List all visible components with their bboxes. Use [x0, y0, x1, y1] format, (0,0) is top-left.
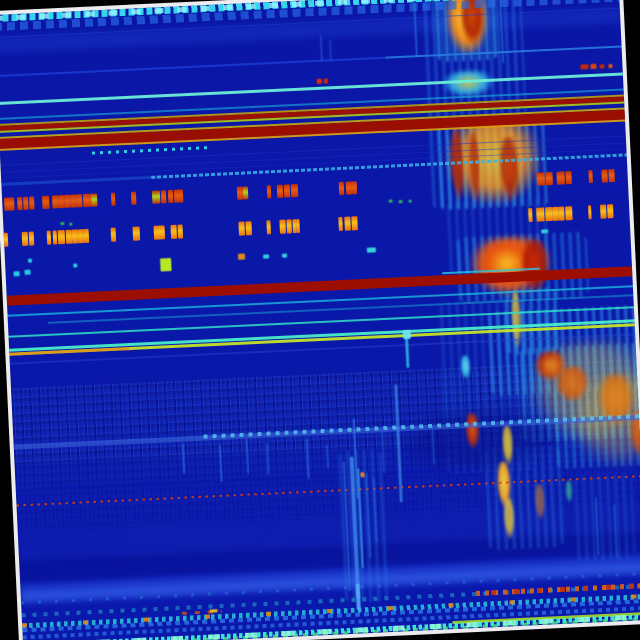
burst-rect: [601, 169, 608, 182]
burst-rect: [284, 184, 291, 197]
burst-rect: [296, 219, 300, 233]
burst-rect: [607, 204, 614, 218]
burst-rect: [545, 172, 553, 185]
burst-rect: [76, 194, 83, 207]
signal-dot: [210, 609, 218, 612]
burst-rect: [4, 197, 15, 210]
burst-rect: [536, 172, 545, 185]
burst-rect: [556, 171, 565, 184]
burst-rect: [168, 190, 174, 203]
burst-rect: [133, 226, 141, 240]
signal-dot: [73, 263, 77, 267]
signal-dot: [608, 64, 612, 68]
spectrogram-surface: [0, 0, 640, 640]
burst-rect: [600, 204, 607, 218]
spectrogram-frame: [0, 0, 640, 640]
signal-dot: [69, 223, 72, 226]
burst-rect: [17, 197, 23, 210]
burst-rect: [131, 192, 137, 205]
signal-dot: [389, 199, 393, 202]
signal-blob: [465, 413, 481, 450]
burst-rect: [111, 193, 116, 206]
burst-rect: [153, 225, 165, 240]
signal-dot: [282, 254, 287, 258]
burst-rect: [170, 225, 177, 239]
signal-dot: [263, 254, 269, 258]
burst-rect: [565, 206, 573, 220]
burst-rect: [58, 230, 66, 244]
signal-dot: [324, 78, 328, 83]
burst-rect: [588, 170, 593, 183]
dash-row: [151, 153, 627, 178]
signal-dot: [160, 258, 172, 272]
burst-rect: [245, 221, 252, 235]
signal-dot: [590, 64, 596, 69]
signal-dot: [60, 222, 64, 225]
signal-dot: [367, 247, 376, 252]
v-streak: [329, 39, 332, 61]
burst-rect: [84, 229, 90, 243]
burst-rect: [4, 233, 9, 247]
burst-rect: [352, 181, 358, 194]
signal-blob: [398, 407, 563, 479]
burst-rect: [588, 205, 592, 219]
burst-rect: [286, 219, 292, 233]
signal-dot: [317, 79, 322, 84]
signal-dot: [238, 254, 245, 260]
burst-rect: [266, 220, 271, 234]
signal-dot: [360, 472, 364, 477]
burst-rect: [29, 231, 35, 245]
burst-rect: [291, 184, 299, 197]
burst-rect: [42, 196, 50, 209]
burst-rect: [238, 222, 245, 236]
signal-dot: [24, 270, 30, 275]
burst-rect: [243, 186, 249, 199]
burst-rect: [279, 220, 286, 234]
signal-blob: [520, 239, 550, 292]
burst-rect: [152, 190, 161, 203]
burst-rect: [177, 224, 183, 238]
signal-blob: [443, 70, 494, 98]
burst-rect: [53, 230, 58, 244]
burst-rect: [565, 171, 572, 184]
burst-rect: [344, 217, 351, 231]
burst-rect: [351, 216, 358, 230]
dash-row: [92, 146, 208, 154]
burst-rect: [29, 196, 35, 209]
screenshot-root: [0, 0, 640, 640]
burst-rect: [174, 189, 184, 202]
signal-dot: [409, 200, 412, 203]
dash-row: [491, 583, 640, 595]
signal-dot: [599, 64, 604, 68]
burst-rect: [22, 232, 29, 246]
burst-rect: [608, 169, 615, 182]
signal-dot: [13, 271, 19, 276]
signal-dot: [541, 229, 548, 233]
v-streak: [403, 330, 411, 339]
burst-rect: [91, 193, 98, 206]
burst-rect: [267, 185, 272, 198]
burst-rect: [23, 197, 29, 210]
signal-blob: [565, 480, 573, 502]
burst-rect: [528, 208, 533, 222]
burst-rect: [47, 231, 52, 245]
burst-rect: [277, 185, 284, 198]
signal-dot: [399, 200, 403, 203]
burst-rect: [339, 182, 345, 195]
signal-blob: [460, 355, 471, 379]
burst-rect: [161, 190, 167, 203]
burst-rect: [338, 217, 343, 231]
burst-rect: [558, 206, 565, 220]
v-streak: [320, 36, 323, 62]
signal-dot: [28, 259, 32, 263]
burst-rect: [536, 207, 545, 221]
burst-rect: [111, 228, 117, 242]
signal-wash: [572, 474, 636, 563]
signal-dot: [580, 64, 588, 69]
